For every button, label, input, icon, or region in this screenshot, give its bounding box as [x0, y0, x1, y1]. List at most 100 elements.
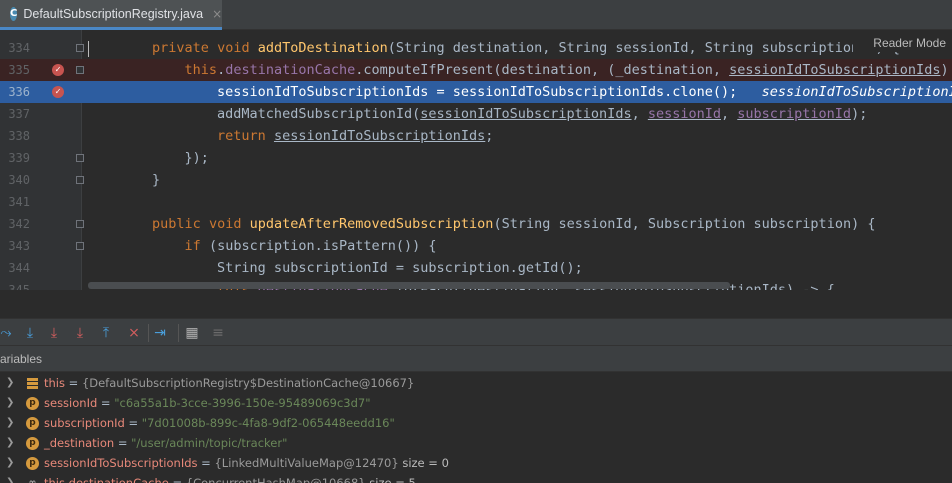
code-text: } — [87, 169, 160, 191]
code-text: return sessionIdToSubscriptionIds; — [87, 125, 493, 147]
expand-arrow-icon[interactable]: ❯ — [6, 473, 14, 483]
breakpoint-icon[interactable]: ✓ — [52, 86, 64, 98]
code-line-338[interactable]: 338 return sessionIdToSubscriptionIds; — [0, 125, 952, 147]
line-number[interactable]: 339 — [0, 147, 30, 169]
code-token: sessionIdToSubscriptionIds — [273, 128, 486, 144]
code-token: ) -> { — [940, 62, 949, 78]
code-line-342[interactable]: 342 public void updateAfterRemovedSubscr… — [0, 213, 952, 235]
expand-arrow-icon[interactable]: ❯ — [6, 433, 14, 453]
variable-name: subscriptionId — [44, 416, 125, 430]
code-line-334[interactable]: 334 private void addToDestination(String… — [0, 37, 952, 59]
line-number[interactable]: 343 — [0, 235, 30, 257]
equals-sign: = — [114, 436, 132, 450]
variable-size: size = 0 — [398, 456, 449, 470]
editor-horizontal-scrollbar[interactable] — [88, 282, 730, 289]
code-token: }); — [87, 150, 209, 166]
code-line-343[interactable]: 343 if (subscription.isPattern()) { — [0, 235, 952, 257]
code-token: = — [428, 84, 453, 100]
variable-text: sessionIdToSubscriptionIds = {LinkedMult… — [44, 453, 449, 473]
code-token: (String destination, String sessionId, S… — [387, 40, 900, 56]
expand-arrow-icon[interactable]: ❯ — [6, 373, 14, 393]
toolbar-separator — [148, 324, 149, 342]
code-line-344[interactable]: 344 String subscriptionId = subscription… — [0, 257, 952, 279]
line-number[interactable]: 344 — [0, 257, 30, 279]
fold-marker-icon[interactable] — [76, 176, 84, 184]
line-number[interactable]: 345 — [0, 279, 30, 290]
variable-row[interactable]: ❯ this = {DefaultSubscriptionRegistry$Des… — [0, 373, 952, 393]
code-token: addMatchedSubscriptionId( — [87, 106, 421, 122]
code-line-339[interactable]: 339 }); — [0, 147, 952, 169]
step-into-icon[interactable]: ⤓ — [44, 323, 64, 343]
line-number[interactable]: 340 — [0, 169, 30, 191]
variable-row[interactable]: ❯ p _destination = "/user/admin/topic/trac… — [0, 433, 952, 453]
code-token: ); — [851, 106, 868, 122]
editor-bottom-band — [0, 290, 952, 318]
expand-arrow-icon[interactable]: ❯ — [6, 393, 14, 413]
parameter-icon: p — [26, 397, 39, 410]
variable-size: size = 5 — [365, 476, 416, 483]
fold-marker-icon[interactable] — [76, 154, 84, 162]
variable-name: sessionId — [44, 396, 98, 410]
code-token: String subscriptionId = subscription.get… — [87, 260, 583, 276]
line-number[interactable]: 338 — [0, 125, 30, 147]
show-execution-point-icon[interactable]: ⤳ — [0, 323, 16, 343]
variable-row[interactable]: ❯ ∞ this.destinationCache = {ConcurrentHas… — [0, 473, 952, 483]
code-token: updateAfterRemovedSubscription — [249, 216, 494, 232]
code-editor[interactable]: 334 private void addToDestination(String… — [0, 30, 952, 290]
variable-row[interactable]: ❯ p subscriptionId = "7d01008b-899c-4fa8-9… — [0, 413, 952, 433]
breakpoint-icon[interactable]: ✓ — [52, 64, 64, 76]
code-token: if — [184, 238, 201, 254]
variables-header: ariables — [0, 346, 952, 372]
variable-text: this.destinationCache = {ConcurrentHashM… — [44, 473, 416, 483]
tab-label: DefaultSubscriptionRegistry.java — [23, 6, 204, 21]
variable-row[interactable]: ❯ p sessionIdToSubscriptionIds = {LinkedMu… — [0, 453, 952, 473]
fold-marker-icon[interactable] — [76, 66, 84, 74]
code-token: sessionIdToSubscriptionIds: size = 0 — [761, 84, 952, 100]
fold-marker-icon[interactable] — [76, 242, 84, 250]
close-icon[interactable]: × — [212, 7, 222, 21]
variable-name: this — [44, 376, 65, 390]
line-number[interactable]: 334 — [0, 37, 30, 59]
toolbar-separator — [178, 324, 179, 342]
line-number[interactable]: 337 — [0, 103, 30, 125]
line-number[interactable]: 342 — [0, 213, 30, 235]
run-to-cursor-icon[interactable]: ⇥ — [150, 323, 170, 343]
variable-name: this.destinationCache — [44, 476, 169, 483]
variable-name: _destination — [44, 436, 115, 450]
code-line-341[interactable]: 341 — [0, 191, 952, 213]
watch-icon: ∞ — [28, 478, 37, 483]
parameter-icon: p — [26, 417, 39, 430]
java-class-icon: C — [10, 6, 18, 21]
trace-icon[interactable]: ≡ — [208, 323, 228, 343]
line-number[interactable]: 336 — [0, 81, 30, 103]
code-token: (String sessionId, Subscription subscrip… — [493, 216, 876, 232]
tab-default-subscription-registry[interactable]: C DefaultSubscriptionRegistry.java × — [0, 0, 222, 30]
reader-mode-button[interactable]: Reader Mode — [853, 34, 952, 52]
expand-arrow-icon[interactable]: ❯ — [6, 413, 14, 433]
code-text: String subscriptionId = subscription.get… — [87, 257, 583, 279]
line-number[interactable]: 341 — [0, 191, 30, 213]
fold-marker-icon[interactable] — [76, 44, 84, 52]
step-over-icon[interactable]: ⤓ — [20, 323, 40, 343]
variable-row[interactable]: ❯ p sessionId = "c6a55a1b-3cce-3996-150e-9… — [0, 393, 952, 413]
evaluate-expression-icon[interactable]: ▦ — [182, 323, 202, 343]
step-out-icon[interactable]: ⤒ — [96, 323, 116, 343]
variables-tree[interactable]: ❯ this = {DefaultSubscriptionRegistry$Des… — [0, 372, 952, 483]
expand-arrow-icon[interactable]: ❯ — [6, 453, 14, 473]
drop-frame-icon[interactable]: ⨯ — [124, 323, 144, 343]
code-line-337[interactable]: 337 addMatchedSubscriptionId(sessionIdTo… — [0, 103, 952, 125]
parameter-icon: p — [26, 437, 39, 450]
code-line-335[interactable]: 335 ✓ this.destinationCache.computeIfPres… — [0, 59, 952, 81]
code-line-340[interactable]: 340 } — [0, 169, 952, 191]
code-text: if (subscription.isPattern()) { — [87, 235, 437, 257]
field-icon — [26, 377, 39, 390]
code-line-336[interactable]: 336 ✓ sessionIdToSubscriptionIds = sessio… — [0, 81, 952, 103]
fold-marker-icon[interactable] — [76, 220, 84, 228]
code-token: void — [217, 40, 250, 56]
force-step-into-icon[interactable]: ⤓ — [70, 323, 90, 343]
line-number[interactable]: 335 — [0, 59, 30, 81]
